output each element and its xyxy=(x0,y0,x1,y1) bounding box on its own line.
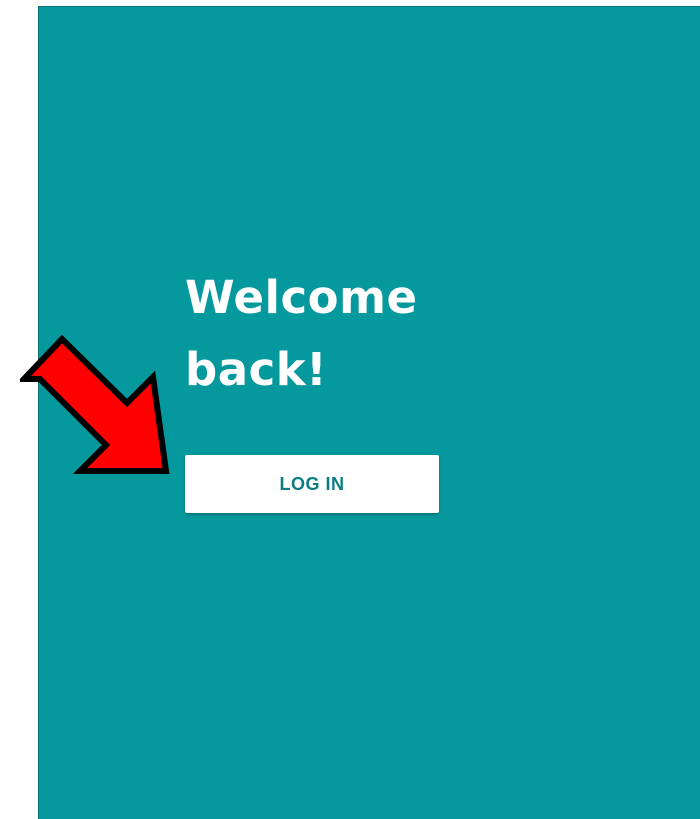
log-in-button[interactable]: LOG IN xyxy=(185,455,439,513)
red-arrow-icon xyxy=(20,334,170,474)
welcome-line-1: Welcome xyxy=(185,271,418,324)
login-page: Welcome back! LOG IN xyxy=(0,0,700,819)
welcome-line-2: back! xyxy=(185,343,328,396)
welcome-heading: Welcome back! xyxy=(185,262,485,406)
arrow-shape xyxy=(20,334,170,474)
